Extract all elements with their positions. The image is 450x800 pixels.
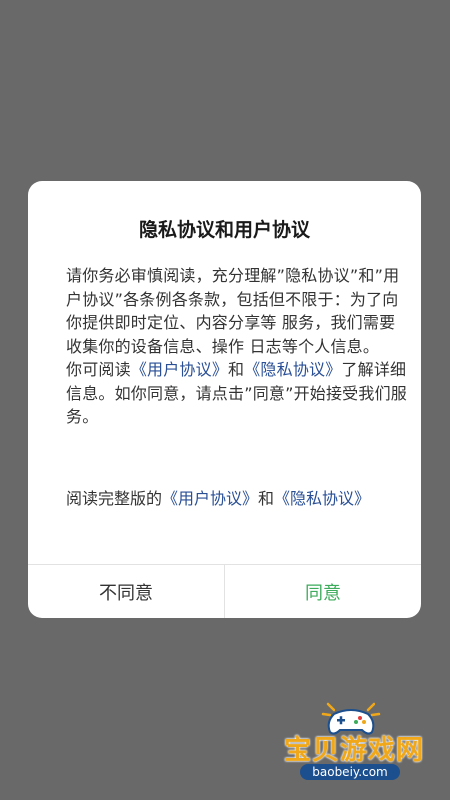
full-version-links: 阅读完整版的《用户协议》和《隐私协议》 [66,487,408,511]
watermark-url: baobeiy.com [300,764,400,780]
full-version-and: 和 [258,489,275,508]
user-agreement-link[interactable]: 《用户协议》 [131,360,228,379]
body-and-text: 和 [228,360,245,379]
dialog-body: 请你务必审慎阅读，充分理解”隐私协议”和”用户协议”各条例各条款，包括但不限于：… [66,264,408,429]
full-privacy-agreement-link[interactable]: 《隐私协议》 [274,489,370,508]
dialog-title: 隐私协议和用户协议 [138,219,310,241]
body-paragraph-1: 请你务必审慎阅读，充分理解”隐私协议”和”用户协议”各条例各条款，包括但不限于：… [66,266,400,356]
full-version-prefix: 阅读完整版的 [66,489,163,508]
privacy-dialog: 隐私协议和用户协议 请你务必审慎阅读，充分理解”隐私协议”和”用户协议”各条例各… [28,181,421,618]
disagree-button[interactable]: 不同意 [28,565,224,618]
agree-button[interactable]: 同意 [225,565,421,618]
privacy-agreement-link[interactable]: 《隐私协议》 [244,360,341,379]
body-paragraph-2-prefix: 你可阅读 [66,360,131,379]
watermark-logo: 宝贝游戏网 baobeiy.com [270,700,440,790]
full-user-agreement-link[interactable]: 《用户协议》 [162,489,258,508]
watermark-name: 宝贝游戏网 [284,735,424,766]
